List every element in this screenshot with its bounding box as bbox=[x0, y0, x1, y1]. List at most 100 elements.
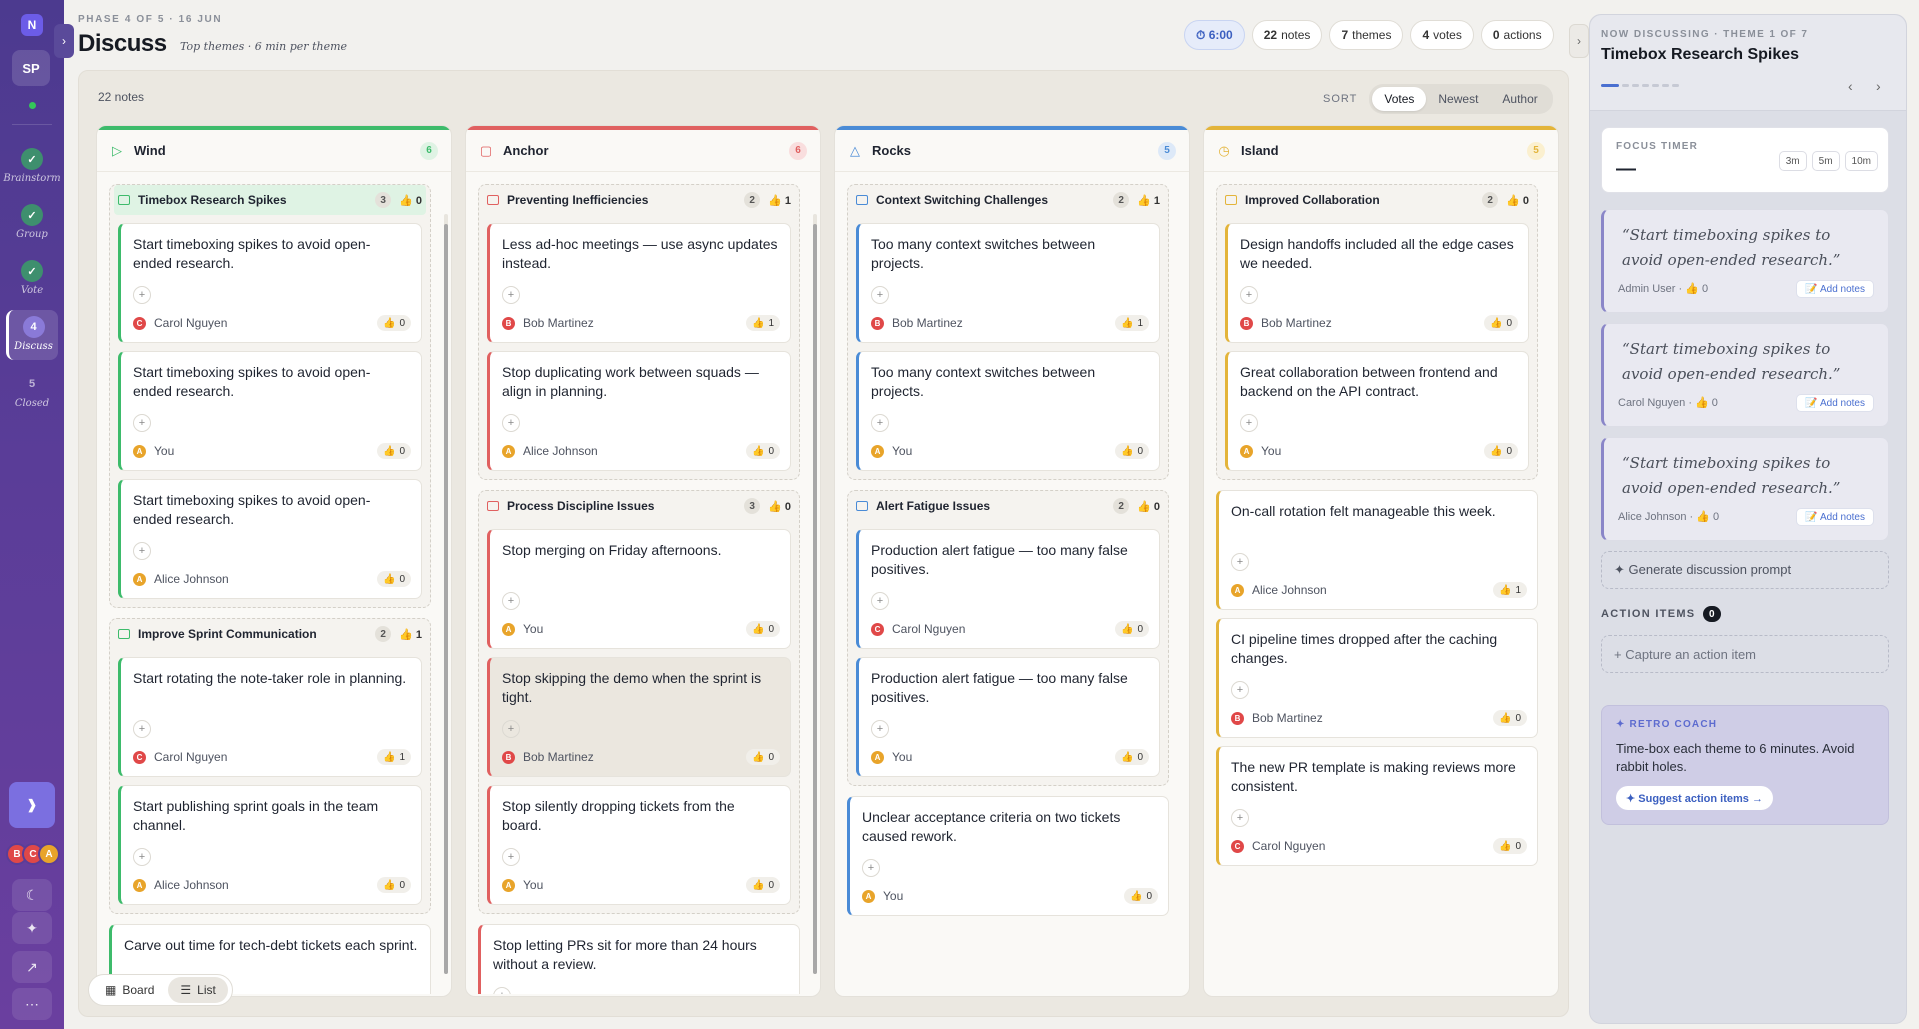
workspace-avatar[interactable]: SP bbox=[12, 50, 50, 86]
phase-group[interactable]: ✓ Group bbox=[6, 198, 58, 248]
note-card[interactable]: Unclear acceptance criteria on two ticke… bbox=[847, 796, 1169, 916]
add-notes-button[interactable]: 📝 Add notes bbox=[1796, 508, 1874, 526]
moon-icon[interactable]: ☾ bbox=[12, 879, 52, 911]
vote-badge[interactable]: 👍 1 bbox=[376, 749, 411, 765]
note-card[interactable]: Start timeboxing spikes to avoid open-en… bbox=[118, 351, 422, 471]
add-reaction-icon[interactable]: + bbox=[502, 848, 520, 866]
vote-badge[interactable]: 👍 0 bbox=[376, 571, 411, 587]
add-reaction-icon[interactable]: + bbox=[862, 859, 880, 877]
add-reaction-icon[interactable]: + bbox=[133, 720, 151, 738]
vote-badge[interactable]: 👍 0 bbox=[376, 315, 411, 331]
note-card[interactable]: Too many context switches between projec… bbox=[856, 223, 1160, 343]
vote-badge[interactable]: 👍 0 bbox=[1114, 749, 1149, 765]
add-reaction-icon[interactable]: + bbox=[871, 414, 889, 432]
focus-5m-button[interactable]: 5m bbox=[1811, 151, 1840, 171]
more-icon[interactable]: ⋯ bbox=[12, 988, 52, 1020]
add-notes-button[interactable]: 📝 Add notes bbox=[1796, 280, 1874, 298]
vote-badge[interactable]: 👍 0 bbox=[1492, 838, 1527, 854]
note-card[interactable]: Start timeboxing spikes to avoid open-en… bbox=[118, 223, 422, 343]
share-icon[interactable]: ↗ bbox=[12, 951, 52, 983]
vote-badge[interactable]: 👍 0 bbox=[1114, 443, 1149, 459]
focus-3m-button[interactable]: 3m bbox=[1778, 151, 1807, 171]
vote-badge[interactable]: 👍 0 bbox=[745, 443, 780, 459]
add-reaction-icon[interactable]: + bbox=[1231, 681, 1249, 699]
column-scrollbar[interactable] bbox=[813, 214, 817, 974]
note-card[interactable]: Design handoffs included all the edge ca… bbox=[1225, 223, 1529, 343]
add-reaction-icon[interactable]: + bbox=[1240, 414, 1258, 432]
add-reaction-icon[interactable]: + bbox=[871, 720, 889, 738]
note-card[interactable]: The new PR template is making reviews mo… bbox=[1216, 746, 1538, 866]
add-reaction-icon[interactable]: + bbox=[871, 286, 889, 304]
add-reaction-icon[interactable]: + bbox=[502, 720, 520, 738]
collapse-left-chevron-icon[interactable]: › bbox=[54, 24, 74, 58]
next-theme-chevron-icon[interactable]: › bbox=[1876, 78, 1881, 94]
column-scrollbar[interactable] bbox=[444, 214, 448, 974]
sort-author[interactable]: Author bbox=[1490, 87, 1549, 111]
note-card[interactable]: Production alert fatigue — too many fals… bbox=[856, 657, 1160, 777]
note-card[interactable]: Stop letting PRs sit for more than 24 ho… bbox=[478, 924, 800, 994]
vote-badge[interactable]: 👍 0 bbox=[1483, 443, 1518, 459]
add-reaction-icon[interactable]: + bbox=[133, 286, 151, 304]
add-reaction-icon[interactable]: + bbox=[502, 286, 520, 304]
note-card[interactable]: Production alert fatigue — too many fals… bbox=[856, 529, 1160, 649]
add-reaction-icon[interactable]: + bbox=[502, 414, 520, 432]
phase-brainstorm[interactable]: ✓ Brainstorm bbox=[3, 142, 61, 192]
vote-badge[interactable]: 👍 0 bbox=[376, 443, 411, 459]
vote-badge[interactable]: 👍 1 bbox=[745, 315, 780, 331]
theme-group[interactable]: Preventing Inefficiencies 2 👍 1 Less ad-hoc… bbox=[478, 184, 800, 480]
theme-group[interactable]: Alert Fatigue Issues 2 👍 0 Production alert… bbox=[847, 490, 1169, 786]
note-card[interactable]: Great collaboration between frontend and… bbox=[1225, 351, 1529, 471]
theme-group[interactable]: Context Switching Challenges 2 👍 1 Too many… bbox=[847, 184, 1169, 480]
sort-newest[interactable]: Newest bbox=[1426, 87, 1490, 111]
note-card[interactable]: Start rotating the note-taker role in pl… bbox=[118, 657, 422, 777]
list-view-button[interactable]: ☰ List bbox=[168, 977, 228, 1003]
vote-badge[interactable]: 👍 0 bbox=[745, 621, 780, 637]
add-reaction-icon[interactable]: + bbox=[133, 848, 151, 866]
add-reaction-icon[interactable]: + bbox=[871, 592, 889, 610]
add-reaction-icon[interactable]: + bbox=[1231, 553, 1249, 571]
add-reaction-icon[interactable]: + bbox=[133, 542, 151, 560]
app-logo[interactable]: N bbox=[21, 14, 43, 36]
note-card[interactable]: Start timeboxing spikes to avoid open-en… bbox=[118, 479, 422, 599]
note-card[interactable]: Stop skipping the demo when the sprint i… bbox=[487, 657, 791, 777]
vote-badge[interactable]: 👍 1 bbox=[1492, 582, 1527, 598]
phase-closed[interactable]: 5 Closed bbox=[6, 367, 58, 417]
expand-sidebar-button[interactable]: ❱ bbox=[9, 782, 55, 828]
vote-badge[interactable]: 👍 1 bbox=[1114, 315, 1149, 331]
phase-discuss[interactable]: 4 Discuss bbox=[6, 310, 58, 360]
prev-theme-chevron-icon[interactable]: ‹ bbox=[1848, 78, 1853, 94]
vote-badge[interactable]: 👍 0 bbox=[1492, 710, 1527, 726]
theme-group[interactable]: Timebox Research Spikes 3 👍 0 Start timebox… bbox=[109, 184, 431, 608]
note-card[interactable]: On-call rotation felt manageable this we… bbox=[1216, 490, 1538, 610]
generate-prompt-button[interactable]: ✦ Generate discussion prompt bbox=[1601, 551, 1889, 589]
vote-badge[interactable]: 👍 0 bbox=[745, 749, 780, 765]
vote-badge[interactable]: 👍 0 bbox=[1483, 315, 1518, 331]
sort-votes[interactable]: Votes bbox=[1372, 87, 1427, 111]
vote-badge[interactable]: 👍 0 bbox=[1123, 888, 1158, 904]
add-reaction-icon[interactable]: + bbox=[133, 414, 151, 432]
vote-badge[interactable]: 👍 0 bbox=[376, 877, 411, 893]
vote-badge[interactable]: 👍 0 bbox=[1114, 621, 1149, 637]
add-reaction-icon[interactable]: + bbox=[1231, 809, 1249, 827]
timer-pill[interactable]: ⏱ 6:00 bbox=[1184, 20, 1245, 50]
note-card[interactable]: Stop silently dropping tickets from the … bbox=[487, 785, 791, 905]
add-reaction-icon[interactable]: + bbox=[1240, 286, 1258, 304]
phase-vote[interactable]: ✓ Vote bbox=[6, 254, 58, 304]
note-card[interactable]: Stop duplicating work between squads — a… bbox=[487, 351, 791, 471]
add-reaction-icon[interactable]: + bbox=[493, 987, 511, 994]
collapse-right-chevron-icon[interactable]: › bbox=[1569, 24, 1589, 58]
note-card[interactable]: Start publishing sprint goals in the tea… bbox=[118, 785, 422, 905]
vote-badge[interactable]: 👍 0 bbox=[745, 877, 780, 893]
focus-10m-button[interactable]: 10m bbox=[1844, 151, 1878, 171]
avatar[interactable]: A bbox=[38, 843, 60, 865]
suggest-action-items-button[interactable]: ✦ Suggest action items → bbox=[1616, 786, 1773, 810]
note-card[interactable]: Stop merging on Friday afternoons. + A You 👍… bbox=[487, 529, 791, 649]
theme-group[interactable]: Improve Sprint Communication 2 👍 1 Start ro… bbox=[109, 618, 431, 914]
note-card[interactable]: Too many context switches between projec… bbox=[856, 351, 1160, 471]
sparkle-icon[interactable]: ✦ bbox=[12, 912, 52, 944]
add-notes-button[interactable]: 📝 Add notes bbox=[1796, 394, 1874, 412]
capture-action-item-input[interactable]: + Capture an action item bbox=[1601, 635, 1889, 673]
note-card[interactable]: Less ad-hoc meetings — use async updates… bbox=[487, 223, 791, 343]
theme-group[interactable]: Improved Collaboration 2 👍 0 Design handoff… bbox=[1216, 184, 1538, 480]
note-card[interactable]: CI pipeline times dropped after the cach… bbox=[1216, 618, 1538, 738]
